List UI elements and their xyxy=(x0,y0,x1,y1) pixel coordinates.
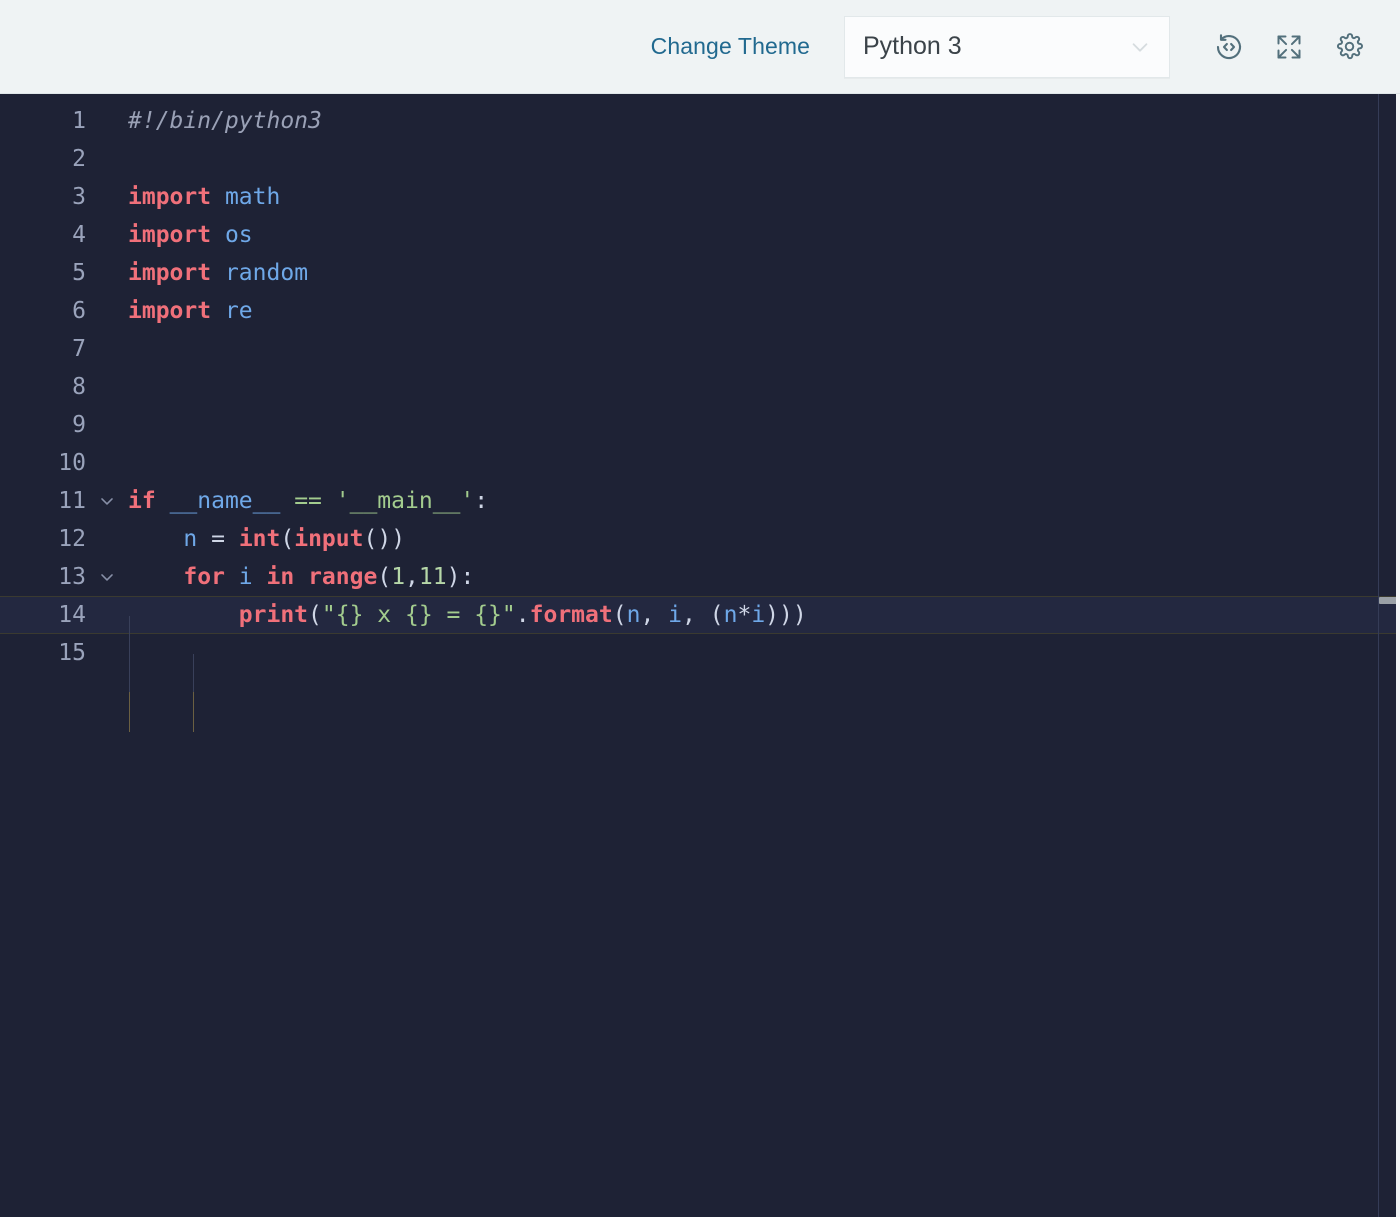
code-text[interactable]: n = int(input()) xyxy=(128,520,1400,558)
line-number: 2 xyxy=(72,146,86,172)
language-select[interactable]: Python 3 xyxy=(844,15,1170,78)
code-line[interactable]: 14 print("{} x {} = {}".format(n, i, (n*… xyxy=(0,596,1400,634)
code-line[interactable]: 13 for i in range(1,11): xyxy=(0,558,1400,596)
line-number: 8 xyxy=(72,374,86,400)
code-line[interactable]: 2 xyxy=(0,140,1400,178)
line-number: 5 xyxy=(72,260,86,286)
code-text[interactable]: import random xyxy=(128,254,1400,292)
code-line[interactable]: 5 import random xyxy=(0,254,1400,292)
code-text[interactable]: import math xyxy=(128,178,1400,216)
code-editor[interactable]: 1 #!/bin/python3 2 3 import math 4 import os 5 i… xyxy=(0,94,1400,1217)
chevron-down-icon[interactable] xyxy=(86,491,128,511)
editor-scroll-track[interactable] xyxy=(1396,94,1400,1217)
code-text[interactable]: import re xyxy=(128,292,1400,330)
restore-code-button[interactable] xyxy=(1206,24,1252,70)
code-line[interactable]: 4 import os xyxy=(0,216,1400,254)
settings-button[interactable] xyxy=(1326,24,1372,70)
line-number: 3 xyxy=(72,184,86,210)
fullscreen-expand-icon xyxy=(1275,33,1303,61)
chevron-down-icon[interactable] xyxy=(86,567,128,587)
restore-code-icon xyxy=(1214,32,1244,62)
line-number: 1 xyxy=(72,108,86,134)
code-text[interactable]: print("{} x {} = {}".format(n, i, (n*i))… xyxy=(128,596,1400,634)
line-number: 4 xyxy=(72,222,86,248)
code-text[interactable]: for i in range(1,11): xyxy=(128,558,1400,596)
line-number: 14 xyxy=(58,602,86,628)
line-number: 12 xyxy=(58,526,86,552)
code-line[interactable]: 6 import re xyxy=(0,292,1400,330)
code-line[interactable]: 12 n = int(input()) xyxy=(0,520,1400,558)
code-line[interactable]: 15 xyxy=(0,634,1400,672)
gear-icon xyxy=(1335,32,1364,61)
line-number: 15 xyxy=(58,640,86,666)
code-text[interactable]: #!/bin/python3 xyxy=(128,102,1400,140)
line-number: 13 xyxy=(58,564,86,590)
line-number: 10 xyxy=(58,450,86,476)
code-line[interactable]: 7 xyxy=(0,330,1400,368)
code-line[interactable]: 1 #!/bin/python3 xyxy=(0,102,1400,140)
code-line[interactable]: 8 xyxy=(0,368,1400,406)
code-lines[interactable]: 1 #!/bin/python3 2 3 import math 4 import os 5 i… xyxy=(0,94,1400,672)
code-line[interactable]: 11 if __name__ == '__main__': xyxy=(0,482,1400,520)
language-select-value: Python 3 xyxy=(863,32,962,60)
change-theme-link[interactable]: Change Theme xyxy=(651,33,810,60)
line-number: 7 xyxy=(72,336,86,362)
line-number: 9 xyxy=(72,412,86,438)
code-line[interactable]: 9 xyxy=(0,406,1400,444)
code-line[interactable]: 3 import math xyxy=(0,178,1400,216)
fullscreen-button[interactable] xyxy=(1266,24,1312,70)
line-number: 11 xyxy=(58,488,86,514)
code-text[interactable]: if __name__ == '__main__': xyxy=(128,482,1400,520)
code-text[interactable]: import os xyxy=(128,216,1400,254)
editor-right-ruler xyxy=(1378,94,1379,1217)
code-line[interactable]: 10 xyxy=(0,444,1400,482)
line-number: 6 xyxy=(72,298,86,324)
chevron-down-icon xyxy=(1129,36,1151,58)
editor-toolbar: Change Theme Python 3 xyxy=(0,0,1400,94)
